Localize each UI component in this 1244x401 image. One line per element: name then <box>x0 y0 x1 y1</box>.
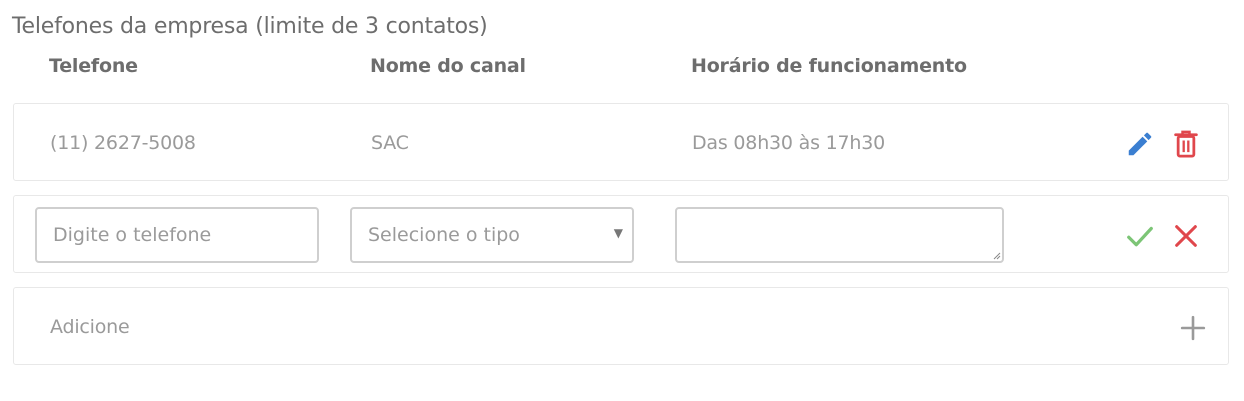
channel-type-select[interactable]: Selecione o tipo ▼ <box>350 207 634 263</box>
column-header-channel: Nome do canal <box>370 55 526 77</box>
plus-icon <box>1180 315 1206 341</box>
edit-contact-button[interactable] <box>1124 128 1156 160</box>
hours-textarea[interactable] <box>675 207 1004 263</box>
column-header-hours: Horário de funcionamento <box>691 55 967 77</box>
dropdown-arrow-icon: ▼ <box>613 226 623 240</box>
add-contact-button[interactable] <box>1177 312 1209 344</box>
contact-row: (11) 2627-5008 SAC Das 08h30 às 17h30 <box>13 103 1229 181</box>
contact-hours: Das 08h30 às 17h30 <box>692 132 886 154</box>
check-icon <box>1127 226 1153 247</box>
column-header-phone: Telefone <box>49 55 138 77</box>
contact-channel: SAC <box>371 132 409 154</box>
new-contact-row: Selecione o tipo ▼ <box>13 195 1229 273</box>
trash-icon <box>1174 130 1198 158</box>
section-title: Telefones da empresa (limite de 3 contat… <box>12 14 488 39</box>
close-icon <box>1175 225 1197 247</box>
contact-phone: (11) 2627-5008 <box>50 132 196 154</box>
add-contact-label: Adicione <box>50 316 130 338</box>
confirm-button[interactable] <box>1124 220 1156 252</box>
delete-contact-button[interactable] <box>1170 128 1202 160</box>
channel-type-placeholder: Selecione o tipo <box>368 224 520 246</box>
cancel-button[interactable] <box>1170 220 1202 252</box>
add-contact-row[interactable]: Adicione <box>13 287 1229 365</box>
phone-input[interactable] <box>35 207 319 263</box>
hours-textarea-wrapper <box>675 207 1004 263</box>
resize-handle-icon[interactable] <box>993 252 1001 260</box>
pencil-icon <box>1128 132 1152 156</box>
